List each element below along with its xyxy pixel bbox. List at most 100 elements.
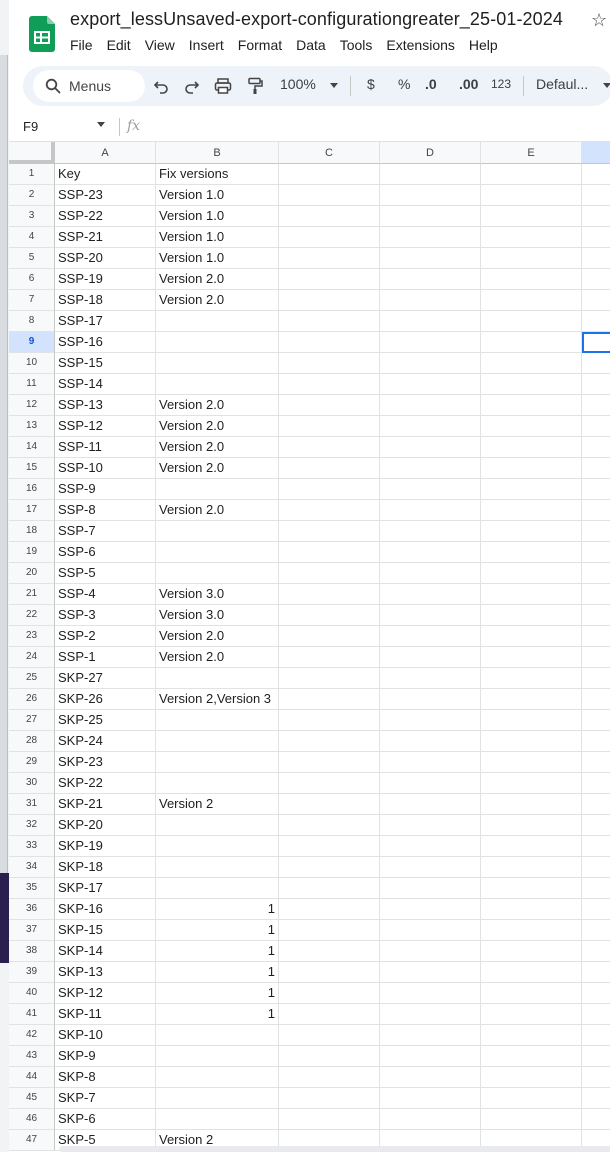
cell-empty[interactable] <box>380 647 481 668</box>
cell-empty[interactable] <box>582 164 610 185</box>
cell-fix-versions[interactable] <box>156 563 279 584</box>
cell-empty[interactable] <box>279 269 380 290</box>
cell-empty[interactable] <box>481 920 582 941</box>
cell-empty[interactable] <box>279 1109 380 1130</box>
cell-empty[interactable] <box>481 248 582 269</box>
row-header[interactable]: 11 <box>9 374 55 395</box>
cell-empty[interactable] <box>279 332 380 353</box>
menu-tools[interactable]: Tools <box>333 37 380 53</box>
cell-empty[interactable] <box>279 584 380 605</box>
cell-empty[interactable] <box>582 962 610 983</box>
cell-key[interactable]: SKP-25 <box>55 710 156 731</box>
row-header[interactable]: 26 <box>9 689 55 710</box>
cell-fix-versions[interactable]: Version 2.0 <box>156 458 279 479</box>
cell-empty[interactable] <box>380 668 481 689</box>
row-header[interactable]: 24 <box>9 647 55 668</box>
cell-fix-versions[interactable]: 1 <box>156 941 279 962</box>
row-header[interactable]: 10 <box>9 353 55 374</box>
cell-empty[interactable] <box>582 437 610 458</box>
cell-fix-versions[interactable]: Version 1.0 <box>156 206 279 227</box>
column-header-f[interactable] <box>582 142 610 164</box>
cell-key[interactable]: SKP-9 <box>55 1046 156 1067</box>
cell-fix-versions[interactable]: Version 2.0 <box>156 395 279 416</box>
cell-empty[interactable] <box>279 437 380 458</box>
cell-empty[interactable] <box>279 1004 380 1025</box>
cell-fix-versions[interactable]: Version 2.0 <box>156 416 279 437</box>
cell-empty[interactable] <box>380 521 481 542</box>
column-header-e[interactable]: E <box>481 142 582 164</box>
cell-empty[interactable] <box>279 500 380 521</box>
cell-empty[interactable] <box>380 395 481 416</box>
column-header-a[interactable]: A <box>55 142 156 164</box>
row-header[interactable]: 2 <box>9 185 55 206</box>
cell-empty[interactable] <box>582 1067 610 1088</box>
cell-empty[interactable] <box>481 857 582 878</box>
active-cell-selection[interactable] <box>582 332 610 353</box>
cell-empty[interactable] <box>279 731 380 752</box>
cell-empty[interactable] <box>481 374 582 395</box>
cell-key[interactable]: SKP-16 <box>55 899 156 920</box>
cell-empty[interactable] <box>582 773 610 794</box>
cell-empty[interactable] <box>279 458 380 479</box>
row-header[interactable]: 29 <box>9 752 55 773</box>
document-title[interactable]: export_lessUnsaved-export-configurationg… <box>70 9 563 30</box>
cell-empty[interactable] <box>481 962 582 983</box>
cell-empty[interactable] <box>582 731 610 752</box>
cell-key[interactable]: SKP-22 <box>55 773 156 794</box>
cell-empty[interactable] <box>582 584 610 605</box>
cell-key[interactable]: SKP-7 <box>55 1088 156 1109</box>
row-header[interactable]: 17 <box>9 500 55 521</box>
cell-empty[interactable] <box>380 857 481 878</box>
row-header[interactable]: 31 <box>9 794 55 815</box>
cell-fix-versions[interactable] <box>156 1046 279 1067</box>
cell-empty[interactable] <box>582 521 610 542</box>
cell-empty[interactable] <box>380 479 481 500</box>
cell-fix-versions[interactable]: 1 <box>156 920 279 941</box>
cell-empty[interactable] <box>582 479 610 500</box>
cell-empty[interactable] <box>582 269 610 290</box>
cell-empty[interactable] <box>279 1067 380 1088</box>
cell-empty[interactable] <box>481 584 582 605</box>
cell-empty[interactable] <box>481 395 582 416</box>
row-header[interactable]: 1 <box>9 164 55 185</box>
cell-key[interactable]: SKP-17 <box>55 878 156 899</box>
cell-empty[interactable] <box>481 311 582 332</box>
cell-empty[interactable] <box>380 542 481 563</box>
cell-fix-versions[interactable]: Version 2.0 <box>156 626 279 647</box>
row-header[interactable]: 19 <box>9 542 55 563</box>
cell-empty[interactable] <box>279 626 380 647</box>
cell-key[interactable]: SSP-23 <box>55 185 156 206</box>
cell-empty[interactable] <box>279 920 380 941</box>
row-header[interactable]: 8 <box>9 311 55 332</box>
redo-icon[interactable] <box>184 78 200 94</box>
row-header[interactable]: 23 <box>9 626 55 647</box>
cell-empty[interactable] <box>279 773 380 794</box>
cell-key[interactable]: SKP-26 <box>55 689 156 710</box>
row-header[interactable]: 45 <box>9 1088 55 1109</box>
cell-empty[interactable] <box>481 1088 582 1109</box>
row-header[interactable]: 20 <box>9 563 55 584</box>
cell-fix-versions[interactable]: 1 <box>156 983 279 1004</box>
cell-empty[interactable] <box>279 752 380 773</box>
cell-empty[interactable] <box>279 647 380 668</box>
currency-format-button[interactable]: $ <box>367 76 375 92</box>
cell-empty[interactable] <box>279 668 380 689</box>
star-icon[interactable]: ☆ <box>591 10 607 31</box>
cell-empty[interactable] <box>279 290 380 311</box>
cell-empty[interactable] <box>582 500 610 521</box>
cell-fix-versions[interactable] <box>156 542 279 563</box>
cell-empty[interactable] <box>582 395 610 416</box>
cell-empty[interactable] <box>582 353 610 374</box>
cell-key[interactable]: SSP-5 <box>55 563 156 584</box>
cell-key[interactable]: SSP-6 <box>55 542 156 563</box>
cell-fix-versions[interactable] <box>156 815 279 836</box>
cell-empty[interactable] <box>279 836 380 857</box>
cell-empty[interactable] <box>279 710 380 731</box>
row-header[interactable]: 35 <box>9 878 55 899</box>
row-header[interactable]: 37 <box>9 920 55 941</box>
cell-empty[interactable] <box>481 500 582 521</box>
cell-empty[interactable] <box>279 857 380 878</box>
cell-empty[interactable] <box>279 395 380 416</box>
sheets-logo-icon[interactable] <box>29 16 55 52</box>
cell-empty[interactable] <box>481 1046 582 1067</box>
